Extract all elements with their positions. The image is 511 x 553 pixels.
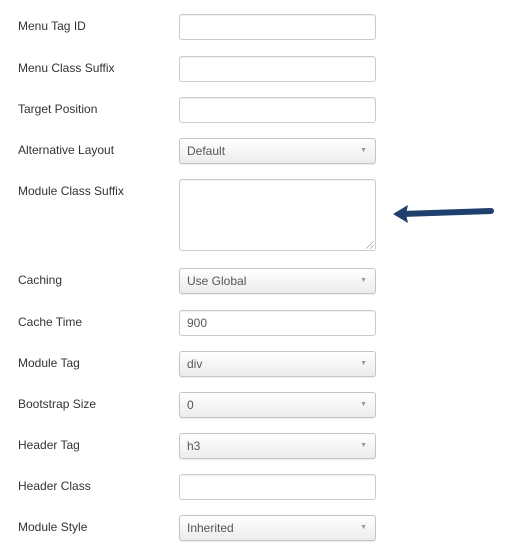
menu-tag-id-label: Menu Tag ID [18,19,86,33]
header-class-label: Header Class [18,479,91,493]
module-tag-label: Module Tag [18,356,80,370]
menu-class-suffix-input[interactable] [179,56,376,82]
header-class-input[interactable] [179,474,376,500]
module-style-select[interactable]: Inherited ▼ [179,515,376,541]
alternative-layout-select[interactable]: Default ▼ [179,138,376,164]
caret-down-icon: ▼ [360,360,367,367]
field-value [180,62,187,76]
menu-class-suffix-label: Menu Class Suffix [18,61,115,75]
field-value: Inherited [187,521,234,535]
target-position-label: Target Position [18,102,98,116]
cache-time-input[interactable]: 900 [179,310,376,336]
module-class-suffix-textarea[interactable] [179,179,376,251]
bootstrap-size-label: Bootstrap Size [18,397,97,411]
field-value [180,185,187,199]
caret-down-icon: ▼ [360,401,367,408]
module-style-label: Module Style [18,520,88,534]
field-value: Default [187,144,226,158]
field-value [180,480,187,494]
field-value [180,103,187,117]
header-tag-select[interactable]: h3 ▼ [179,433,376,459]
module-class-suffix-label: Module Class Suffix [18,184,124,198]
caret-down-icon: ▼ [360,442,367,449]
bootstrap-size-select[interactable]: 0 ▼ [179,392,376,418]
caret-down-icon: ▼ [360,277,367,284]
menu-tag-id-input[interactable] [179,14,376,40]
caret-down-icon: ▼ [360,147,367,154]
field-value [180,20,187,34]
caching-label: Caching [18,273,63,287]
field-value: 0 [187,398,194,412]
field-value: h3 [187,439,201,453]
caching-select[interactable]: Use Global ▼ [179,268,376,294]
caret-down-icon: ▼ [360,524,367,531]
alternative-layout-label: Alternative Layout [18,143,115,157]
resize-grip-icon[interactable] [366,241,374,249]
field-value: 900 [187,316,208,330]
target-position-input[interactable] [179,97,376,123]
field-value: Use Global [187,274,247,288]
field-value: div [187,357,203,371]
header-tag-label: Header Tag [18,438,80,452]
module-tag-select[interactable]: div ▼ [179,351,376,377]
cache-time-label: Cache Time [18,315,83,329]
arrow-left-icon [393,205,494,223]
